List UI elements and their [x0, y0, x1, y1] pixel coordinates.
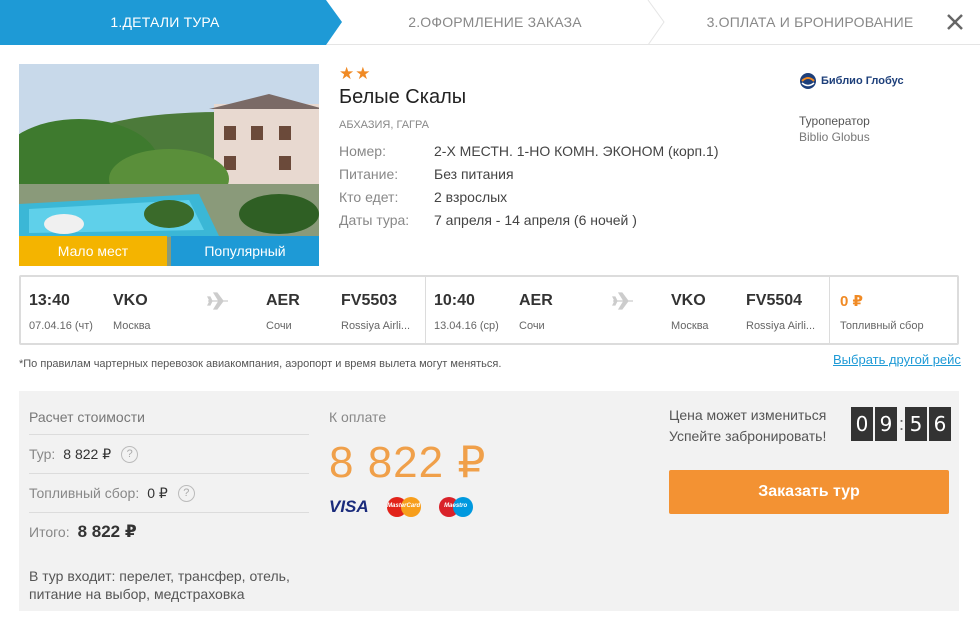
prop-travelers: Кто едет: 2 взрослых	[339, 189, 769, 212]
plane-icon	[207, 292, 228, 310]
calc-row-tour: Тур: 8 822 ₽ ?	[29, 435, 309, 474]
timer-colon: :	[899, 413, 905, 434]
operator-label: Туроператор	[799, 114, 870, 128]
price-change-line2: Успейте забронировать!	[669, 428, 827, 444]
departure-date: 13.04.16 (ср)	[434, 320, 499, 332]
fuel-label: Топливный сбор	[840, 320, 924, 332]
calc-title: Расчет стоимости	[29, 391, 309, 435]
to-airport-code: VKO	[671, 292, 706, 309]
airline-name: Rossiya Airli...	[341, 320, 411, 332]
star-rating: ★★	[339, 64, 372, 83]
calc-label: Итого:	[29, 524, 70, 540]
timer-digit: 6	[929, 407, 952, 441]
calc-row-total: Итого: 8 822 ₽	[29, 513, 309, 551]
countdown-timer: 0 9 : 5 6	[851, 407, 953, 441]
departure-date: 07.04.16 (чт)	[29, 320, 93, 332]
prop-value: 7 апреля - 14 апреля (6 ночей )	[434, 212, 637, 228]
prop-label: Питание:	[339, 166, 399, 182]
hotel-photo[interactable]: Мало мест Популярный	[19, 64, 319, 266]
from-city: Москва	[113, 320, 151, 332]
order-tour-button[interactable]: Заказать тур	[669, 470, 949, 514]
prop-room: Номер: 2-Х МЕСТН. 1-НО КОМН. ЭКОНОМ (кор…	[339, 143, 769, 166]
badge-few-seats: Мало мест	[19, 236, 167, 266]
to-city: Сочи	[266, 320, 292, 332]
prop-value: Без питания	[434, 166, 514, 182]
airline-name: Rossiya Airli...	[746, 320, 816, 332]
calc-total-value: 8 822 ₽	[77, 522, 137, 541]
step-tour-details[interactable]: 1.ДЕТАЛИ ТУРА	[0, 0, 330, 45]
from-airport-code: AER	[519, 292, 553, 309]
timer-digit: 5	[905, 407, 928, 441]
tour-includes: В тур входит: перелет, трансфер, отель, …	[29, 568, 290, 602]
hotel-name[interactable]: Белые Скалы	[339, 86, 769, 109]
step-payment[interactable]: 3.ОПЛАТА И БРОНИРОВАНИЕ	[665, 0, 955, 45]
prop-dates: Даты тура: 7 апреля - 14 апреля (6 ночей…	[339, 212, 769, 235]
fuel-amount: 0 ₽	[840, 293, 863, 310]
flight-return: 10:40 13.04.16 (ср) AER Сочи VKO Москва …	[425, 277, 829, 343]
globe-logo-icon	[800, 73, 816, 89]
departure-time: 10:40	[434, 292, 475, 309]
step-order-form[interactable]: 2.ОФОРМЛЕНИЕ ЗАКАЗА	[340, 0, 650, 45]
calc-label: Тур:	[29, 446, 56, 462]
to-pay-label: К оплате	[329, 409, 387, 425]
to-pay-amount: 8 822 ₽	[329, 438, 487, 487]
hotel-location: АБХАЗИЯ, ГАГРА	[339, 119, 429, 131]
plane-icon	[612, 292, 633, 310]
badge-popular: Популярный	[171, 236, 319, 266]
steps-bar: 1.ДЕТАЛИ ТУРА 2.ОФОРМЛЕНИЕ ЗАКАЗА 3.ОПЛА…	[0, 0, 980, 45]
hotel-card: Мало мест Популярный ★★ Белые Скалы АБХА…	[19, 64, 959, 266]
prop-value: 2 взрослых	[434, 189, 508, 205]
charter-note: *По правилам чартерных перевозок авиаком…	[19, 358, 502, 370]
to-airport-code: AER	[266, 292, 300, 309]
tour-operator: Библио Глобус Туроператор Biblio Globus	[799, 64, 959, 144]
payment-cards: VISA MasterCard Maestro	[329, 496, 486, 518]
prop-label: Номер:	[339, 143, 386, 159]
payment-panel: Расчет стоимости Тур: 8 822 ₽ ? Топливны…	[19, 391, 959, 611]
help-icon[interactable]: ?	[177, 484, 195, 502]
hotel-info: ★★ Белые Скалы АБХАЗИЯ, ГАГРА Номер: 2-Х…	[339, 64, 769, 235]
operator-logo: Библио Глобус	[799, 66, 959, 96]
calc-row-fuel: Топливный сбор: 0 ₽ ?	[29, 474, 309, 513]
from-airport-code: VKO	[113, 292, 148, 309]
flight-outbound: 13:40 07.04.16 (чт) VKO Москва AER Сочи …	[21, 277, 425, 343]
prop-meal: Питание: Без питания	[339, 166, 769, 189]
mastercard-logo: MasterCard	[386, 496, 421, 518]
maestro-text: Maestro	[444, 503, 468, 509]
visa-logo: VISA	[329, 497, 369, 516]
prop-label: Кто едет:	[339, 189, 399, 205]
calc-value: 8 822 ₽	[63, 445, 112, 462]
cost-calculation: Расчет стоимости Тур: 8 822 ₽ ? Топливны…	[29, 391, 309, 551]
prop-label: Даты тура:	[339, 212, 410, 228]
price-change-line1: Цена может измениться	[669, 407, 827, 423]
flight-number: FV5504	[746, 292, 803, 309]
tour-properties: Номер: 2-Х МЕСТН. 1-НО КОМН. ЭКОНОМ (кор…	[339, 143, 769, 235]
flight-info: 13:40 07.04.16 (чт) VKO Москва AER Сочи …	[19, 275, 959, 345]
choose-other-flight-link[interactable]: Выбрать другой рейс	[833, 352, 961, 367]
flight-number: FV5503	[341, 292, 398, 309]
calc-value: 0 ₽	[147, 484, 168, 501]
close-icon[interactable]	[944, 11, 966, 33]
price-change-notice: Цена может измениться Успейте заброниров…	[669, 405, 826, 447]
calc-label: Топливный сбор:	[29, 485, 140, 501]
fuel-charge: 0 ₽ Топливный сбор	[829, 277, 957, 343]
operator-name: Biblio Globus	[799, 130, 870, 144]
help-icon[interactable]: ?	[121, 445, 139, 463]
timer-digit: 0	[851, 407, 873, 441]
to-city: Москва	[671, 320, 709, 332]
timer-digit: 9	[875, 407, 897, 441]
operator-logo-text: Библио Глобус	[821, 75, 904, 87]
maestro-logo: Maestro	[438, 496, 473, 518]
departure-time: 13:40	[29, 292, 70, 309]
mastercard-text: MasterCard	[387, 503, 421, 509]
prop-value: 2-Х МЕСТН. 1-НО КОМН. ЭКОНОМ (корп.1)	[434, 143, 719, 159]
to-pay: К оплате 8 822 ₽ VISA MasterCard Maestro	[329, 409, 486, 518]
from-city: Сочи	[519, 320, 545, 332]
